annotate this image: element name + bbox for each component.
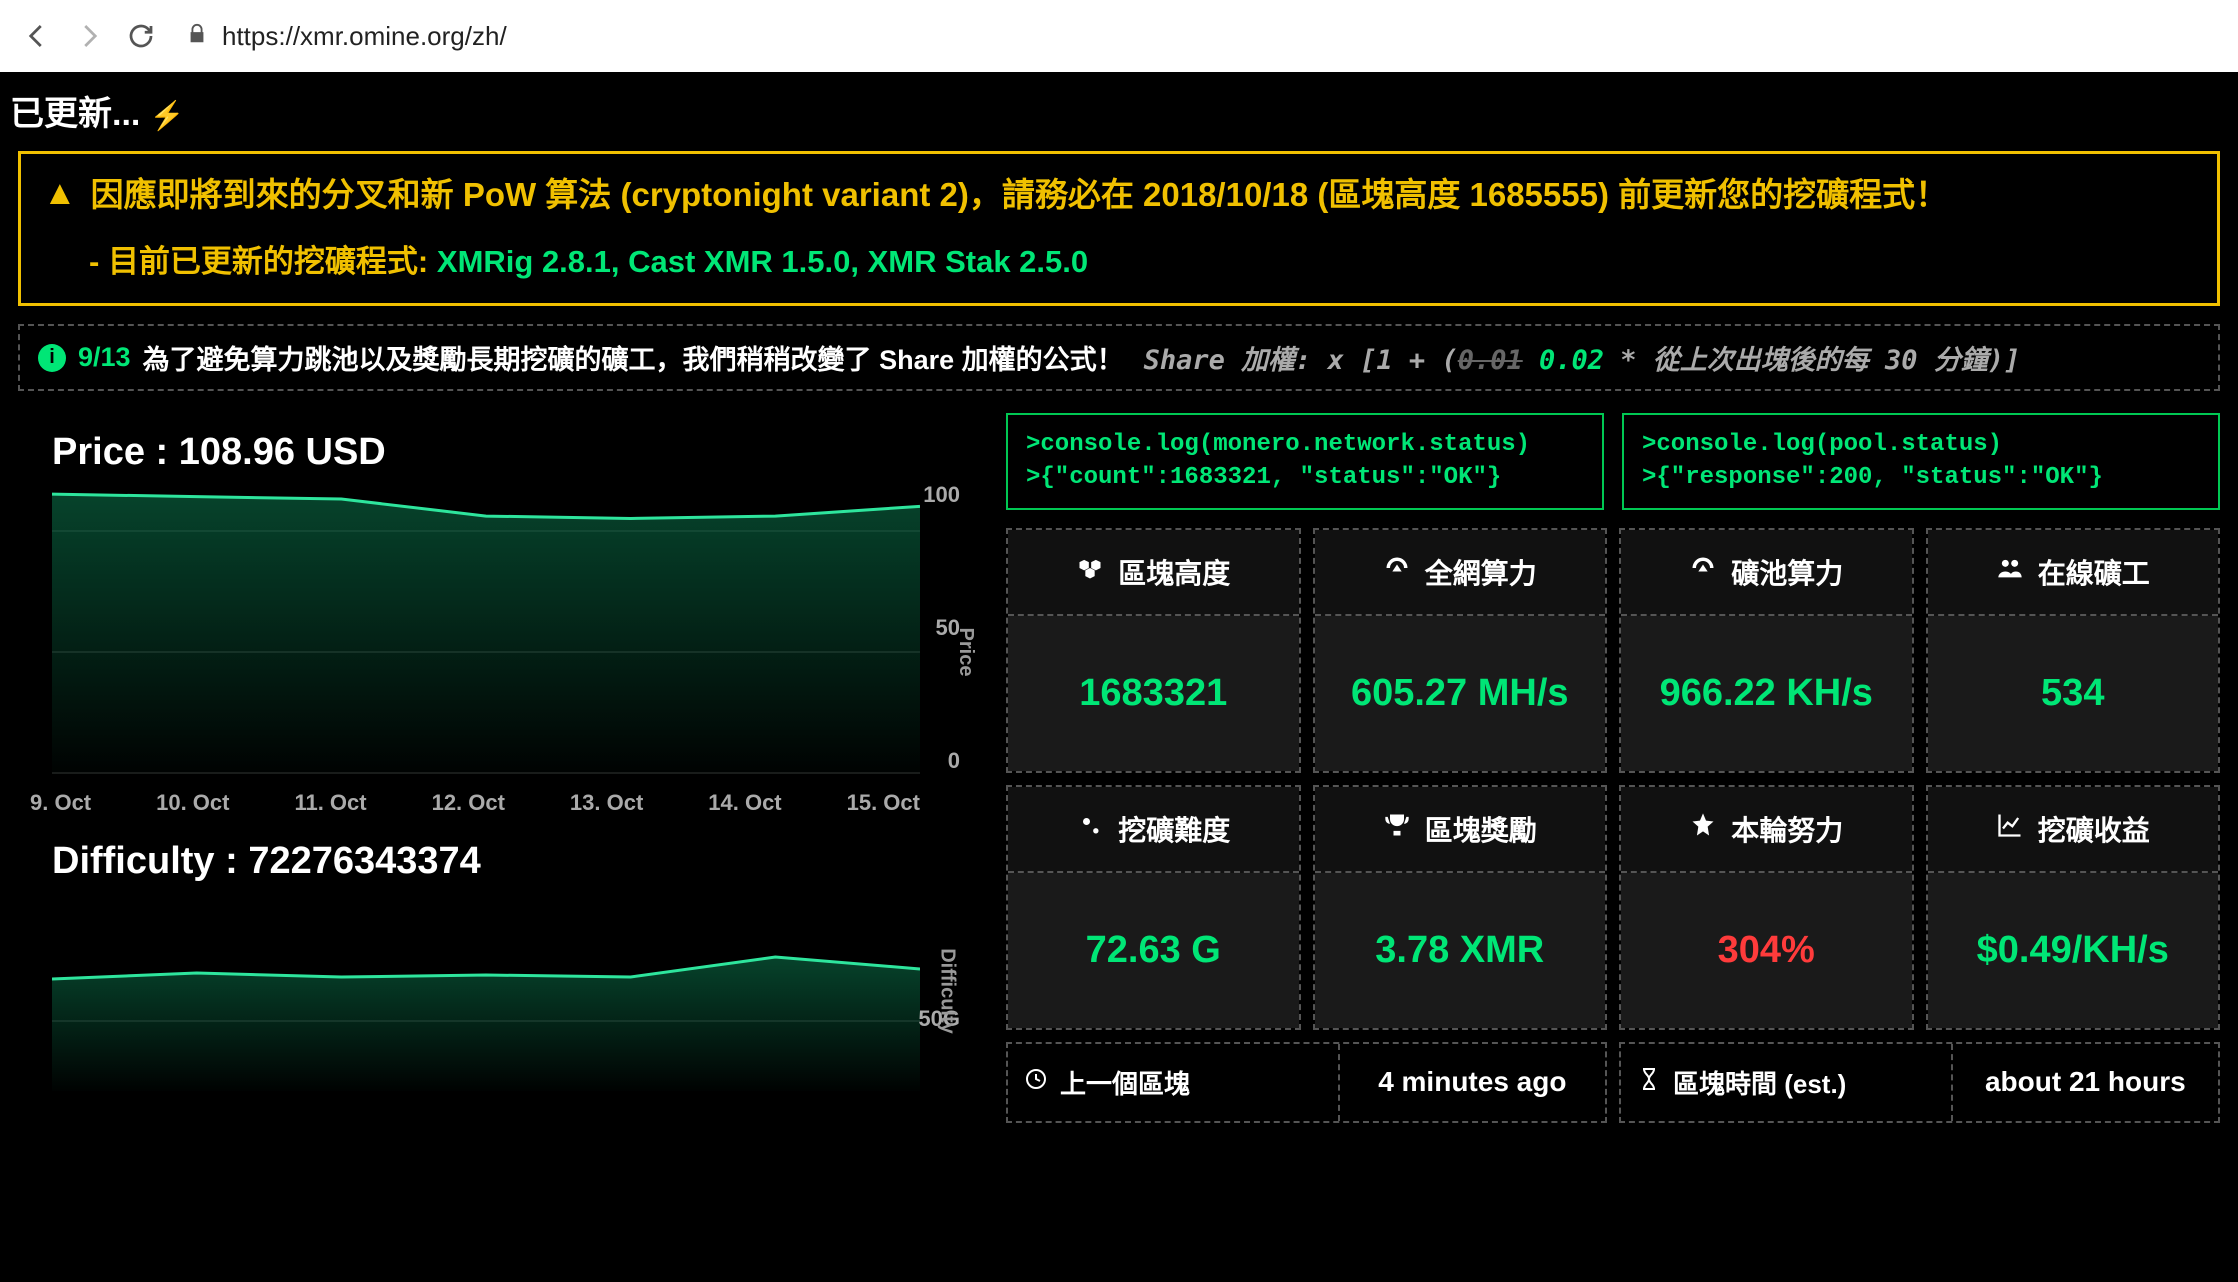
stat-card-1: 全網算力 605.27 MH/s xyxy=(1313,528,1608,773)
stat-label-4: 挖礦難度 xyxy=(1118,809,1230,849)
stat-card-5: 區塊獎勵 3.78 XMR xyxy=(1313,785,1608,1030)
update-status-text: 已更新... xyxy=(10,95,140,133)
stat-label-6: 本輪努力 xyxy=(1731,809,1843,849)
bottom-label-1: 區塊時間 (est.) xyxy=(1673,1064,1846,1101)
alert-message: 因應即將到來的分叉和新 PoW 算法 (cryptonight variant … xyxy=(91,172,1948,218)
bottom-value-0: 4 minutes ago xyxy=(1340,1044,1605,1121)
stat-card-2: 礦池算力 966.22 KH/s xyxy=(1619,528,1914,773)
pool-status-console: >console.log(pool.status) >{"response":2… xyxy=(1622,413,2220,510)
bottom-stat-1: 區塊時間 (est.) about 21 hours xyxy=(1619,1042,2220,1123)
stat-value-4: 72.63 G xyxy=(1008,873,1299,1028)
formula-old: 0.01 xyxy=(1458,345,1523,376)
trophy-icon xyxy=(1383,811,1411,846)
bottom-head-0: 上一個區塊 xyxy=(1008,1044,1340,1121)
share-weight-notice: i 9/13 為了避免算力跳池以及獎勵長期挖礦的礦工，我們稍稍改變了 Share… xyxy=(18,324,2220,391)
stat-head-6: 本輪努力 xyxy=(1621,787,1912,873)
stat-card-4: 挖礦難度 72.63 G xyxy=(1006,785,1301,1030)
difficulty-chart-title: Difficulty : 72276343374 xyxy=(52,840,988,883)
forward-button[interactable] xyxy=(72,19,106,53)
bottom-head-1: 區塊時間 (est.) xyxy=(1621,1044,1953,1121)
warning-icon: ▲ xyxy=(43,176,77,210)
notice-date: 9/13 xyxy=(78,342,131,373)
price-chart-title: Price : 108.96 USD xyxy=(52,431,988,474)
stat-card-7: 挖礦收益 $0.49/KH/s xyxy=(1926,785,2221,1030)
stat-label-3: 在線礦工 xyxy=(2038,552,2150,592)
stats-grid: 區塊高度 1683321 全網算力 605.27 MH/s 礦池算力 966.2… xyxy=(1006,528,2220,1030)
users-icon xyxy=(1996,554,2024,589)
hourglass-icon xyxy=(1637,1067,1661,1098)
stat-label-2: 礦池算力 xyxy=(1731,552,1843,592)
stat-value-2: 966.22 KH/s xyxy=(1621,616,1912,771)
stat-value-6: 304% xyxy=(1621,873,1912,1028)
formula-prefix: Share 加權: x [1 + ( xyxy=(1144,345,1458,376)
back-button[interactable] xyxy=(20,19,54,53)
stat-label-7: 挖礦收益 xyxy=(2038,809,2150,849)
stat-card-0: 區塊高度 1683321 xyxy=(1006,528,1301,773)
browser-toolbar: https://xmr.omine.org/zh/ xyxy=(0,0,2238,72)
stat-value-1: 605.27 MH/s xyxy=(1315,616,1606,771)
stat-label-0: 區塊高度 xyxy=(1118,552,1230,592)
clock-icon xyxy=(1024,1067,1048,1098)
stat-head-5: 區塊獎勵 xyxy=(1315,787,1606,873)
bolt-icon: ⚡ xyxy=(150,100,185,131)
notice-text: 為了避免算力跳池以及獎勵長期挖礦的礦工，我們稍稍改變了 Share 加權的公式！ xyxy=(143,338,1124,377)
share-weight-formula: Share 加權: x [1 + (0.01 0.02 * 從上次出塊後的每 3… xyxy=(1144,338,2021,377)
reload-button[interactable] xyxy=(124,19,158,53)
stat-head-4: 挖礦難度 xyxy=(1008,787,1299,873)
difficulty-chart-svg xyxy=(52,891,920,1091)
gauge-icon xyxy=(1689,554,1717,589)
stat-card-6: 本輪努力 304% xyxy=(1619,785,1914,1030)
bottom-stats-row: 上一個區塊 4 minutes ago 區塊時間 (est.) about 21… xyxy=(1006,1042,2220,1123)
price-x-ticks: 9. Oct 10. Oct 11. Oct 12. Oct 13. Oct 1… xyxy=(30,790,920,816)
price-chart: 100 50 0 Price 9. Oct 10. Oct 11. Oct 12… xyxy=(18,482,988,822)
formula-new: 0.02 xyxy=(1539,345,1604,376)
star-icon xyxy=(1689,811,1717,846)
formula-suffix: * 從上次出塊後的每 30 分鐘)] xyxy=(1604,345,2020,376)
info-icon: i xyxy=(38,344,66,372)
stat-head-1: 全網算力 xyxy=(1315,530,1606,616)
stat-value-7: $0.49/KH/s xyxy=(1928,873,2219,1028)
cubes-icon xyxy=(1076,554,1104,589)
network-status-console: >console.log(monero.network.status) >{"c… xyxy=(1006,413,1604,510)
update-status: 已更新... ⚡ xyxy=(10,72,2228,151)
alert-sub-label: 目前已更新的挖礦程式: xyxy=(108,244,428,279)
price-ytick-2: 0 xyxy=(948,748,960,774)
bottom-label-0: 上一個區塊 xyxy=(1060,1064,1190,1101)
lock-icon xyxy=(186,21,208,52)
cogs-icon xyxy=(1076,811,1104,846)
alert-subline: - 目前已更新的挖礦程式: XMRig 2.8.1, Cast XMR 1.5.… xyxy=(43,236,2195,281)
stat-head-3: 在線礦工 xyxy=(1928,530,2219,616)
address-bar[interactable]: https://xmr.omine.org/zh/ xyxy=(176,21,2218,52)
price-chart-svg xyxy=(52,482,920,774)
bottom-value-1: about 21 hours xyxy=(1953,1044,2218,1121)
price-y-label: Price xyxy=(954,628,977,677)
stat-label-1: 全網算力 xyxy=(1425,552,1537,592)
difficulty-chart: 50G Difficulty xyxy=(18,891,988,1091)
stat-value-5: 3.78 XMR xyxy=(1315,873,1606,1028)
updated-miners: XMRig 2.8.1, Cast XMR 1.5.0, XMR Stak 2.… xyxy=(437,244,1088,279)
chart-icon xyxy=(1996,811,2024,846)
stat-head-7: 挖礦收益 xyxy=(1928,787,2219,873)
gauge-icon xyxy=(1383,554,1411,589)
bottom-stat-0: 上一個區塊 4 minutes ago xyxy=(1006,1042,1607,1123)
stat-card-3: 在線礦工 534 xyxy=(1926,528,2221,773)
stat-head-2: 礦池算力 xyxy=(1621,530,1912,616)
difficulty-y-label: Difficulty xyxy=(936,948,959,1034)
fork-warning-alert: ▲ 因應即將到來的分叉和新 PoW 算法 (cryptonight varian… xyxy=(18,151,2220,306)
stat-value-0: 1683321 xyxy=(1008,616,1299,771)
network-status-text: >console.log(monero.network.status) >{"c… xyxy=(1026,429,1584,494)
price-ytick-0: 100 xyxy=(923,482,960,508)
pool-status-text: >console.log(pool.status) >{"response":2… xyxy=(1642,429,2200,494)
stat-label-5: 區塊獎勵 xyxy=(1425,809,1537,849)
stat-head-0: 區塊高度 xyxy=(1008,530,1299,616)
stat-value-3: 534 xyxy=(1928,616,2219,771)
url-text: https://xmr.omine.org/zh/ xyxy=(222,21,507,52)
